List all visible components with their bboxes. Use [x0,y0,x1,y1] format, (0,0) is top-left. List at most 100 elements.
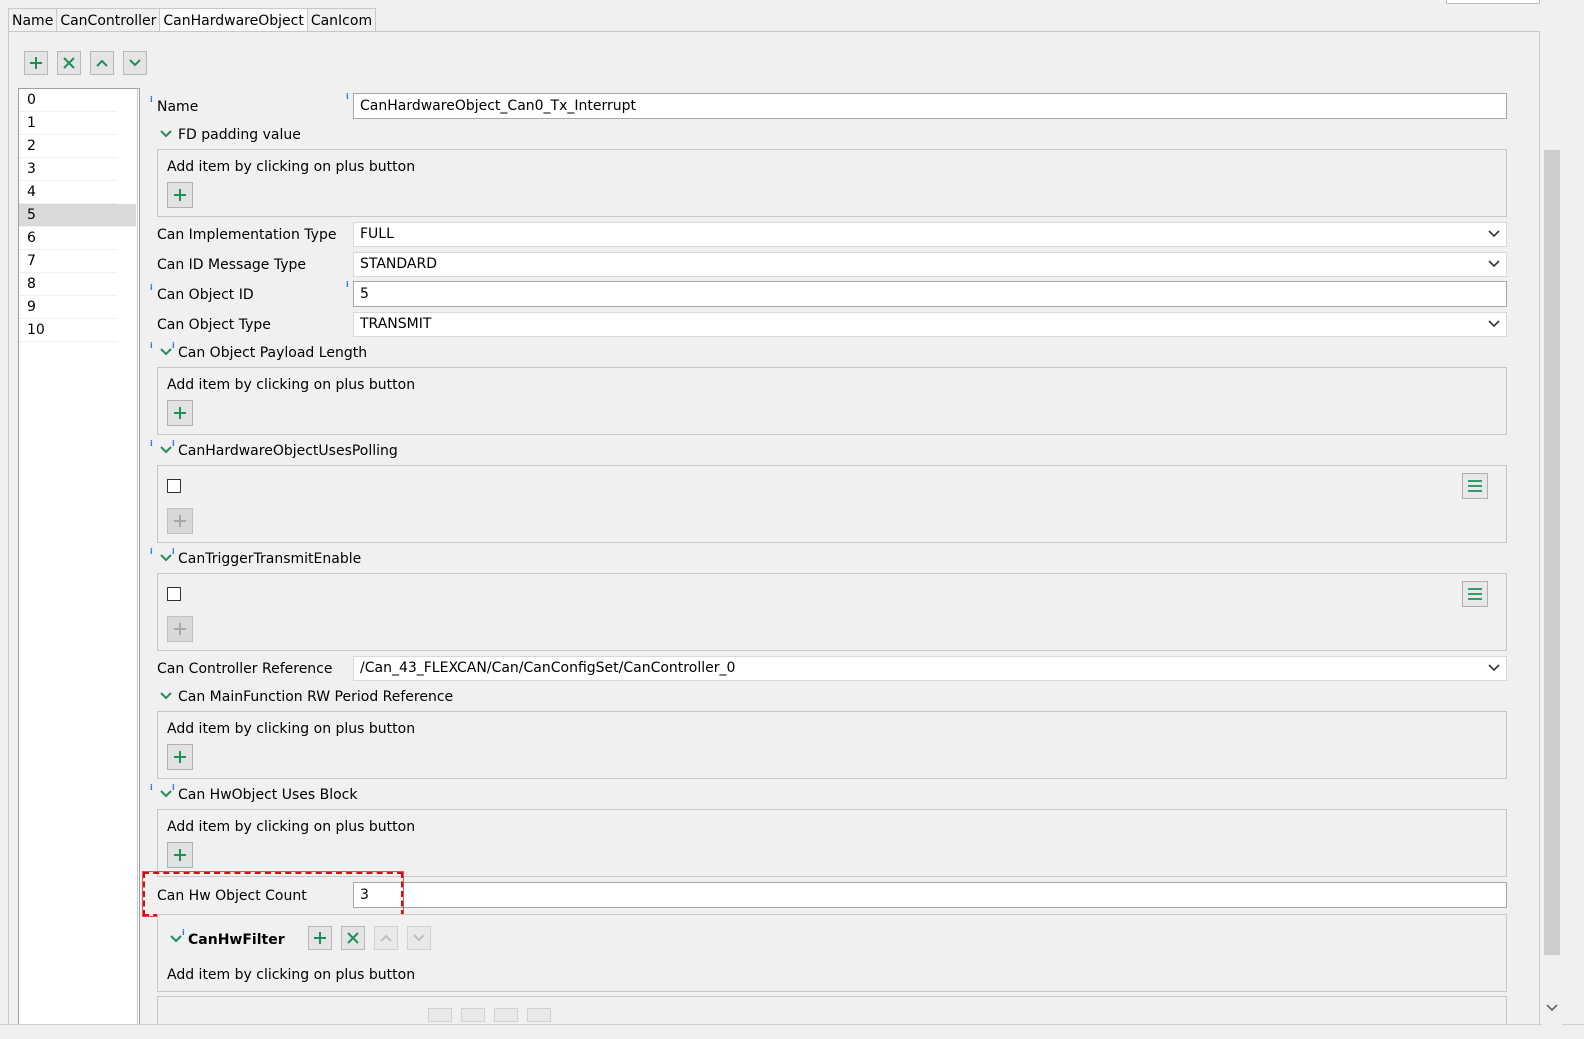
chevron-down-icon[interactable] [160,790,172,798]
hw-filter-down-button[interactable] [407,926,431,950]
chevron-down-icon [1488,664,1500,672]
list-item[interactable]: 8 [19,273,117,296]
list-item[interactable]: 2 [19,135,117,158]
info-icon: i [182,928,185,937]
info-icon: i [150,283,153,292]
x-icon [347,932,359,944]
list-item[interactable]: 7 [19,250,117,273]
chevron-down-icon[interactable] [160,348,172,356]
list-item[interactable]: 4 [19,181,117,204]
plus-icon [174,407,186,419]
uses-block-label: Can HwObject Uses Block [178,787,358,803]
tab-name[interactable]: Name [8,8,58,31]
impl-type-value: FULL [360,226,394,242]
id-msg-type-value: STANDARD [360,256,438,272]
chevron-down-icon [413,934,425,942]
plus-icon [174,751,186,763]
payload-length-add-button[interactable] [167,400,193,426]
object-index-list[interactable]: 0 1 2 3 4 5 6 7 8 9 10 [18,88,140,1030]
add-hint-text: Add item by clicking on plus button [167,819,416,835]
chevron-down-icon[interactable] [160,446,172,454]
info-icon: i [150,341,153,350]
object-id-label: Can Object ID [157,287,254,303]
impl-type-label: Can Implementation Type [157,227,337,243]
hw-filter-remove-button[interactable] [341,926,365,950]
plus-icon [174,623,186,635]
remove-button[interactable] [57,51,81,75]
object-type-value: TRANSMIT [360,316,432,332]
scroll-down-arrow-icon[interactable] [1546,1004,1558,1012]
controller-ref-value: /Can_43_FLEXCAN/Can/CanConfigSet/CanCont… [360,660,736,676]
info-icon: i [172,341,175,350]
tab-can-controller[interactable]: CanController [56,8,161,31]
info-icon: i [346,92,349,101]
hw-filter-up-button[interactable] [374,926,398,950]
scrollbar-thumb[interactable] [1544,150,1560,955]
id-msg-type-select[interactable]: STANDARD [353,252,1507,277]
info-icon: i [150,783,153,792]
list-item[interactable]: 1 [19,112,117,135]
menu-icon [1468,480,1482,492]
uses-polling-group [157,465,1507,543]
plus-icon [174,849,186,861]
uses-block-add-button[interactable] [167,842,193,868]
impl-type-select[interactable]: FULL [353,222,1507,247]
fd-padding-add-button[interactable] [167,182,193,208]
info-icon: i [150,439,153,448]
partial-down-button[interactable] [527,1008,551,1022]
bottom-strip [0,1024,1584,1039]
controller-ref-label: Can Controller Reference [157,661,333,677]
uses-polling-menu-button[interactable] [1462,473,1488,499]
info-icon: i [172,783,175,792]
tab-can-icom[interactable]: CanIcom [306,8,377,31]
controller-ref-select[interactable]: /Can_43_FLEXCAN/Can/CanConfigSet/CanCont… [353,656,1507,681]
object-id-input[interactable]: 5 [353,281,1507,307]
plus-icon [174,515,186,527]
partial-up-button[interactable] [494,1008,518,1022]
list-item[interactable]: 6 [19,227,117,250]
info-icon: i [150,95,153,104]
object-type-select[interactable]: TRANSMIT [353,312,1507,337]
hw-count-input[interactable]: 3 [353,882,1507,908]
list-item[interactable]: 3 [19,158,117,181]
tab-can-hardware-object[interactable]: CanHardwareObject [159,8,308,31]
list-item[interactable]: 10 [19,319,117,342]
mainfunction-add-button[interactable] [167,744,193,770]
trigger-tx-checkbox[interactable] [167,587,181,601]
chevron-down-icon[interactable] [160,130,172,138]
mainfunction-label: Can MainFunction RW Period Reference [178,689,454,705]
chevron-down-icon[interactable] [170,935,182,943]
list-item[interactable]: 0 [19,89,117,112]
chevron-down-icon[interactable] [160,692,172,700]
add-button[interactable] [24,51,48,75]
partial-add-button[interactable] [428,1008,452,1022]
highlight-box [142,871,404,917]
trigger-tx-menu-button[interactable] [1462,581,1488,607]
plus-icon [174,189,186,201]
trigger-tx-add-button[interactable] [167,616,193,642]
trigger-tx-group [157,573,1507,651]
tab-strip: Name CanController CanHardwareObject Can… [8,8,377,31]
move-up-button[interactable] [90,51,114,75]
plus-icon [314,932,326,944]
add-hint-text: Add item by clicking on plus button [167,377,416,393]
next-group-partial [157,996,1507,1026]
uses-polling-add-button[interactable] [167,508,193,534]
add-hint-text: Add item by clicking on plus button [167,967,416,983]
chevron-down-icon [1488,320,1500,328]
move-down-button[interactable] [123,51,147,75]
name-input[interactable]: CanHardwareObject_Can0_Tx_Interrupt [353,93,1507,119]
id-msg-type-label: Can ID Message Type [157,257,307,273]
uses-polling-checkbox[interactable] [167,479,181,493]
payload-length-label: Can Object Payload Length [178,345,368,361]
hw-filter-add-button[interactable] [308,926,332,950]
search-box[interactable] [1446,0,1540,4]
partial-remove-button[interactable] [461,1008,485,1022]
list-item[interactable]: 9 [19,296,117,319]
hw-filter-label: CanHwFilter [188,932,285,948]
add-hint-text: Add item by clicking on plus button [167,721,416,737]
chevron-down-icon[interactable] [160,554,172,562]
list-item-selected[interactable]: 5 [19,204,136,227]
chevron-down-icon [129,59,141,67]
add-hint-text: Add item by clicking on plus button [167,159,416,175]
